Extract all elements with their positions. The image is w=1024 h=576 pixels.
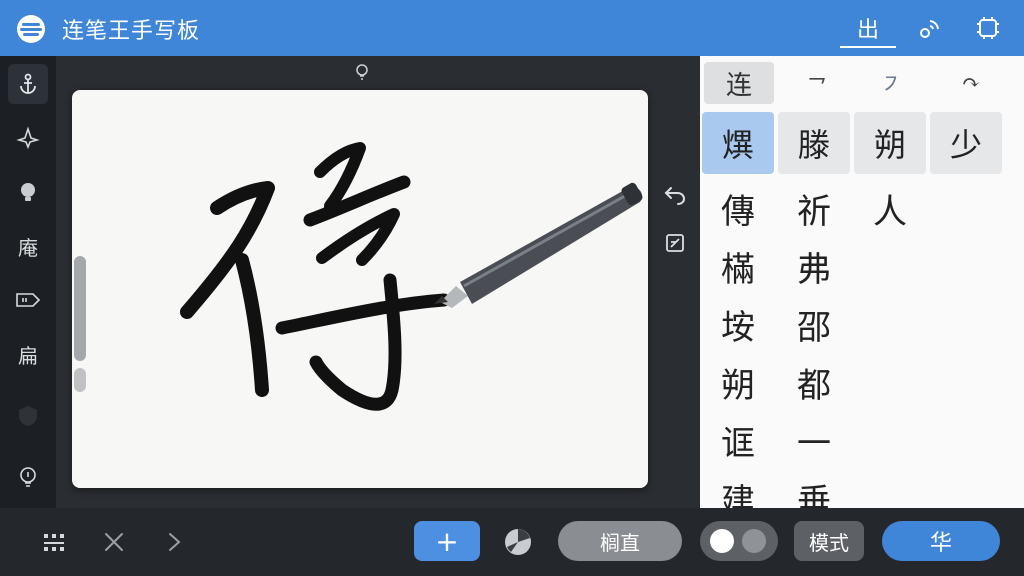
bulb-tool-button[interactable] xyxy=(8,172,48,212)
next-button[interactable] xyxy=(158,526,190,558)
stroke-filter-1[interactable]: 连 xyxy=(704,62,774,104)
handwriting-strokes xyxy=(180,142,643,411)
bottom-bar: + 榈直 模式 华 xyxy=(0,508,1024,576)
stroke-filter-4-label: ↷ xyxy=(961,70,981,96)
stroke-filter-2[interactable]: ㇖ xyxy=(782,62,852,104)
candidate-cell[interactable]: 人 xyxy=(854,180,926,236)
shield-tool-button[interactable] xyxy=(8,396,48,436)
candidate-cell[interactable]: 弗 xyxy=(778,238,850,294)
candidate-cell[interactable]: 朔 xyxy=(702,354,774,410)
export-button[interactable]: 出 xyxy=(840,10,896,46)
direct-mode-button[interactable]: 榈直 xyxy=(558,521,682,561)
bulb-icon xyxy=(356,64,368,80)
eraser-icon xyxy=(16,293,41,307)
candidate-cell[interactable]: 垵 xyxy=(702,296,774,352)
continuous-toggle[interactable] xyxy=(700,521,778,561)
plugin-icon xyxy=(977,17,999,39)
add-button[interactable]: + xyxy=(414,521,480,561)
stroke-filter-3[interactable]: ㇇ xyxy=(856,62,926,104)
char-tool-1-button[interactable]: 庵 xyxy=(8,226,48,266)
clear-canvas-icon xyxy=(666,234,684,252)
hint-bulb-icon xyxy=(20,467,36,487)
app-logo-icon xyxy=(17,15,45,43)
stroke-filter-4[interactable]: ↷ xyxy=(936,62,1006,104)
candidate-cell[interactable]: 邵 xyxy=(778,296,850,352)
toggle-knob-off xyxy=(742,529,766,553)
stroke-filter-row: 连 ㇖ ㇇ ↷ xyxy=(700,56,1024,108)
shield-icon xyxy=(19,406,37,426)
char-tool-2-button[interactable]: 扁 xyxy=(8,334,48,374)
pie-chart-button[interactable] xyxy=(502,526,534,558)
candidate-top-4[interactable]: 少 xyxy=(930,112,1002,174)
candidate-cell[interactable]: 樠 xyxy=(702,238,774,294)
app-title: 连笔王手写板 xyxy=(62,19,201,44)
left-toolbar: 庵 扁 xyxy=(0,56,56,508)
mode-button[interactable]: 模式 xyxy=(794,521,864,561)
plugin-button[interactable] xyxy=(970,10,1006,46)
confirm-button[interactable]: 华 xyxy=(882,521,1000,561)
candidate-cell[interactable]: 建 xyxy=(702,470,774,509)
stroke-tool-button[interactable] xyxy=(8,118,48,158)
candidate-top-3[interactable]: 朔 xyxy=(854,112,926,174)
anchor-tool-button[interactable] xyxy=(8,64,48,104)
candidate-cell[interactable]: 诓 xyxy=(702,412,774,468)
clear-canvas-button[interactable] xyxy=(660,228,690,258)
handwriting-canvas[interactable] xyxy=(72,90,648,488)
hint-button[interactable] xyxy=(8,458,48,498)
toggle-knob-on xyxy=(710,529,734,553)
candidate-cell[interactable]: 祈 xyxy=(778,180,850,236)
share-button[interactable] xyxy=(912,10,948,46)
grid-button[interactable] xyxy=(38,526,70,558)
candidate-top-2[interactable]: 滕 xyxy=(778,112,850,174)
chevron-right-icon xyxy=(169,533,181,551)
canvas-hint-button[interactable] xyxy=(352,62,372,82)
eraser-tool-button[interactable] xyxy=(8,280,48,320)
candidate-cell[interactable]: 一 xyxy=(778,412,850,468)
candidate-panel: 连 ㇖ ㇇ ↷ 熼 滕 朔 少 傳 樠 垵 朔 诓 建 祈 弗 邵 都 一 垂 … xyxy=(700,56,1024,508)
pie-chart-icon xyxy=(505,529,531,555)
anchor-icon xyxy=(20,73,36,94)
canvas-left-scrollbar-thumb[interactable] xyxy=(74,368,86,392)
stroke-filter-2-label: ㇖ xyxy=(805,73,828,98)
candidate-cell[interactable]: 傳 xyxy=(702,180,774,236)
canvas-left-scrollbar[interactable] xyxy=(74,256,86,361)
close-button[interactable] xyxy=(98,526,130,558)
candidate-cell[interactable]: 垂 xyxy=(778,470,850,509)
candidate-cell[interactable]: 都 xyxy=(778,354,850,410)
canvas-area xyxy=(56,56,700,508)
title-bar: 连笔王手写板 出 xyxy=(0,0,1024,56)
candidate-top-1[interactable]: 熼 xyxy=(702,112,774,174)
undo-button[interactable] xyxy=(660,180,690,210)
grid-icon xyxy=(44,534,64,551)
close-icon xyxy=(105,533,123,551)
share-icon xyxy=(920,20,939,38)
undo-icon xyxy=(664,187,686,205)
stylus-pen xyxy=(434,182,643,308)
export-underline xyxy=(840,46,896,48)
stroke-tool-icon xyxy=(16,126,40,150)
stroke-filter-3-label: ㇇ xyxy=(879,73,902,98)
bulb-icon xyxy=(21,183,35,201)
